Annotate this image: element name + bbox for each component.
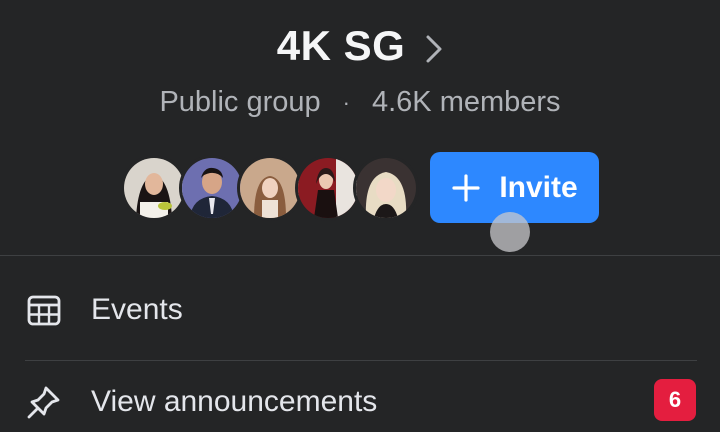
group-meta: Public group · 4.6K members (0, 86, 720, 119)
menu-item-events-label: Events (91, 293, 183, 326)
member-avatar-4[interactable] (295, 155, 361, 221)
menu-item-announcements[interactable]: View announcements (0, 372, 720, 432)
group-header: 4K SG Public group · 4.6K members (0, 22, 720, 119)
group-name[interactable]: 4K SG (277, 22, 406, 70)
calendar-icon (25, 291, 63, 329)
member-avatar-2[interactable] (179, 155, 245, 221)
menu-divider (25, 360, 697, 361)
plus-icon (451, 173, 481, 203)
member-avatar-3[interactable] (237, 155, 303, 221)
member-avatar-1[interactable] (121, 155, 187, 221)
member-avatars[interactable] (121, 155, 421, 221)
meta-separator: · (342, 89, 350, 115)
announcements-badge: 6 (654, 379, 696, 421)
touch-indicator (490, 212, 530, 252)
pin-icon (25, 383, 63, 421)
group-title-row[interactable]: 4K SG (0, 22, 720, 70)
member-avatar-5[interactable] (353, 155, 419, 221)
section-divider (0, 255, 720, 256)
menu-item-announcements-label: View announcements (91, 385, 378, 418)
invite-label: Invite (499, 170, 578, 204)
group-member-count[interactable]: 4.6K members (372, 86, 561, 119)
chevron-right-icon[interactable] (425, 34, 443, 69)
group-privacy: Public group (159, 86, 321, 118)
menu-item-events[interactable]: Events (0, 280, 720, 340)
